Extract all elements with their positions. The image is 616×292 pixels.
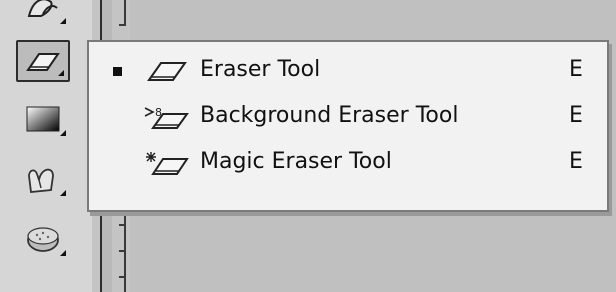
menu-item-label: Magic Eraser Tool: [200, 149, 392, 174]
menu-item-shortcut: E: [569, 57, 583, 82]
eraser-icon: [26, 53, 60, 71]
ruler-tick: [119, 224, 126, 226]
menu-item-background-eraser-tool[interactable]: 8 Background Eraser Tool E: [89, 94, 607, 140]
menu-item-eraser-tool[interactable]: Eraser Tool E: [89, 48, 607, 94]
ruler-tick: [119, 276, 126, 278]
magic-eraser-icon: [146, 152, 189, 175]
smudge-icon: [28, 168, 54, 193]
flyout-indicator: [60, 250, 66, 256]
sponge-tool-button[interactable]: [16, 218, 70, 260]
selected-bullet: [113, 67, 122, 76]
blur-tool-button[interactable]: [16, 0, 70, 28]
menu-item-shortcut: E: [569, 149, 583, 174]
blur-icon: [27, 0, 58, 17]
eraser-tools-flyout-menu: Eraser Tool E 8 Background Eraser Tool E…: [87, 40, 609, 212]
eraser-tool-button[interactable]: [16, 40, 70, 82]
ruler-tick: [119, 250, 126, 252]
flyout-indicator: [60, 190, 66, 196]
flyout-indicator: [60, 18, 66, 24]
photoshop-workspace: Eraser Tool E 8 Background Eraser Tool E…: [0, 0, 616, 292]
flyout-indicator: [60, 130, 66, 136]
ruler-tick: [119, 24, 126, 26]
menu-item-magic-eraser-tool[interactable]: Magic Eraser Tool E: [89, 140, 607, 186]
menu-item-shortcut: E: [569, 103, 583, 128]
tools-panel: [0, 0, 92, 292]
ruler-line: [124, 0, 126, 26]
menu-item-label: Background Eraser Tool: [200, 103, 459, 128]
background-eraser-icon: 8: [144, 106, 189, 129]
flyout-indicator: [58, 70, 64, 76]
gradient-icon: [26, 106, 60, 132]
gradient-tool-button[interactable]: [16, 98, 70, 140]
smudge-tool-button[interactable]: [16, 158, 70, 200]
eraser-icon: [147, 62, 187, 81]
sponge-icon: [27, 227, 59, 252]
menu-item-label: Eraser Tool: [200, 57, 321, 82]
